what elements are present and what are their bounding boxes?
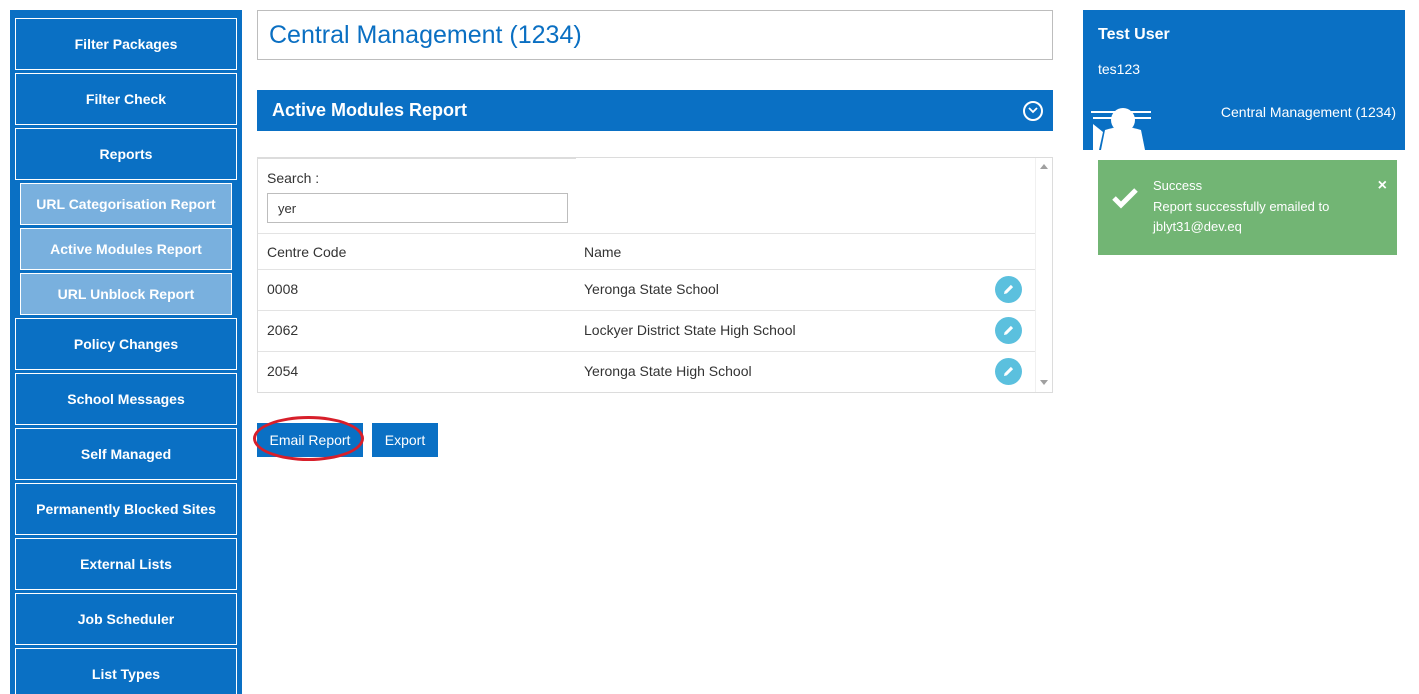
- user-card: Test User tes123 Central Management (123…: [1083, 10, 1405, 150]
- sidebar: Filter Packages Filter Check Reports URL…: [10, 10, 242, 694]
- sidebar-item-self-managed[interactable]: Self Managed: [15, 428, 237, 480]
- column-header-name[interactable]: Name: [584, 244, 621, 260]
- pencil-icon: [1004, 366, 1014, 376]
- user-organisation: Central Management (1234): [1220, 104, 1396, 120]
- divider: [258, 233, 1035, 234]
- sidebar-item-reports[interactable]: Reports: [15, 128, 237, 180]
- email-report-button[interactable]: Email Report: [257, 423, 363, 457]
- edit-button[interactable]: [995, 276, 1022, 303]
- toast-title: Success: [1153, 178, 1203, 193]
- sidebar-item-permanently-blocked-sites[interactable]: Permanently Blocked Sites: [15, 483, 237, 535]
- user-id: tes123: [1098, 61, 1141, 77]
- divider: [258, 269, 1035, 270]
- user-name: Test User: [1098, 26, 1170, 43]
- search-label: Search :: [267, 170, 320, 186]
- pencil-icon: [1004, 325, 1014, 335]
- sidebar-item-job-scheduler[interactable]: Job Scheduler: [15, 593, 237, 645]
- page-title: Central Management (1234): [269, 20, 582, 49]
- pencil-icon: [1004, 284, 1014, 294]
- divider: [258, 158, 576, 159]
- user-avatar-icon: [1091, 108, 1151, 150]
- export-button[interactable]: Export: [372, 423, 438, 457]
- sidebar-item-external-lists[interactable]: External Lists: [15, 538, 237, 590]
- cell-centre-code: 0008: [267, 281, 299, 297]
- cell-centre-code: 2062: [267, 322, 299, 338]
- sidebar-item-policy-changes[interactable]: Policy Changes: [15, 318, 237, 370]
- cell-name: Yeronga State School: [584, 281, 719, 297]
- sidebar-item-school-messages[interactable]: School Messages: [15, 373, 237, 425]
- sidebar-subitem-url-categorisation-report[interactable]: URL Categorisation Report: [20, 183, 232, 225]
- sidebar-item-list-types[interactable]: List Types: [15, 648, 237, 694]
- sidebar-subitem-active-modules-report[interactable]: Active Modules Report: [20, 228, 232, 270]
- divider: [258, 310, 1035, 311]
- close-icon[interactable]: ×: [1378, 177, 1387, 195]
- search-input[interactable]: [267, 193, 568, 223]
- cell-name: Yeronga State High School: [584, 363, 752, 379]
- edit-button[interactable]: [995, 358, 1022, 385]
- sidebar-subitem-url-unblock-report[interactable]: URL Unblock Report: [20, 273, 232, 315]
- toast-message: Report successfully emailed to jblyt31@d…: [1153, 199, 1330, 234]
- success-toast: Success Report successfully emailed to j…: [1098, 160, 1397, 255]
- sidebar-item-filter-packages[interactable]: Filter Packages: [15, 18, 237, 70]
- report-table: Search : Centre Code Name 0008 Yeronga S…: [257, 157, 1053, 393]
- scrollbar[interactable]: [1035, 158, 1052, 392]
- scroll-down-arrow-icon[interactable]: [1040, 380, 1048, 385]
- page-title-box: Central Management (1234): [257, 10, 1053, 60]
- scroll-up-arrow-icon[interactable]: [1040, 164, 1048, 169]
- cell-centre-code: 2054: [267, 363, 299, 379]
- divider: [258, 351, 1035, 352]
- checkmark-icon: [1112, 188, 1138, 209]
- sidebar-item-filter-check[interactable]: Filter Check: [15, 73, 237, 125]
- edit-button[interactable]: [995, 317, 1022, 344]
- panel-title: Active Modules Report: [272, 100, 468, 120]
- chevron-down-circle-icon[interactable]: [1023, 101, 1043, 121]
- panel-header: Active Modules Report: [257, 90, 1053, 131]
- column-header-centre-code[interactable]: Centre Code: [267, 244, 346, 260]
- cell-name: Lockyer District State High School: [584, 322, 796, 338]
